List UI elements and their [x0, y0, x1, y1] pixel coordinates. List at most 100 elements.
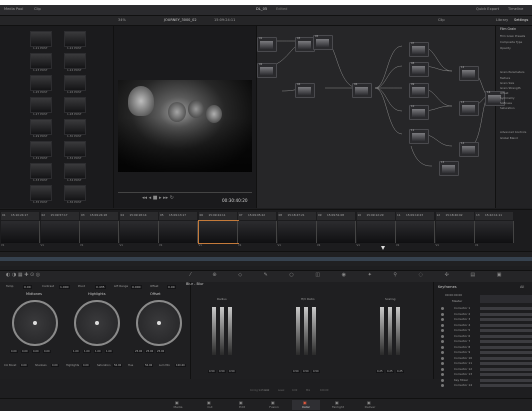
playhead-icon[interactable]	[381, 246, 385, 250]
keyframe-track[interactable]	[480, 356, 532, 360]
keyframe-dot-icon[interactable]	[441, 367, 444, 371]
node-box[interactable]: 04	[295, 83, 315, 98]
timeline-clip[interactable]: 11 15:09:19:23 V1	[396, 212, 435, 247]
blur-slider[interactable]	[296, 307, 300, 355]
wheel-value[interactable]: 0.00	[10, 350, 18, 353]
blur-slider[interactable]	[396, 307, 400, 355]
clip-button[interactable]: Clip	[34, 7, 41, 12]
midtones-wheel[interactable]	[12, 300, 58, 346]
viewer-scrubber[interactable]	[118, 192, 252, 193]
node-box[interactable]: 02	[257, 63, 277, 78]
keyframe-row[interactable]: Corrector 7	[441, 339, 532, 344]
settings-item[interactable]: Advanced Controls	[500, 130, 526, 135]
blur-value[interactable]: 0.50	[312, 370, 320, 373]
page-tab-fusion[interactable]: ▣ Fusion	[260, 400, 288, 410]
blur-slider[interactable]	[228, 307, 232, 355]
color-bottom-value[interactable]: 50.00	[144, 364, 154, 367]
blur-value[interactable]: 0.50	[228, 370, 236, 373]
node-box[interactable]: 11	[409, 129, 429, 144]
color-bottom-value[interactable]: 0.00	[51, 364, 59, 367]
settings-item[interactable]: Opacity	[500, 46, 511, 51]
thumbnail[interactable]	[64, 185, 86, 201]
thumbnail[interactable]	[30, 119, 52, 135]
timeline-clip[interactable]: 10 15:09:12:29 V1	[356, 212, 396, 247]
blur-slider[interactable]	[312, 307, 316, 355]
wheel-value[interactable]: 1.00	[105, 350, 113, 353]
node-box[interactable]: 14	[459, 142, 479, 157]
keyframe-row[interactable]: Corrector 9	[441, 350, 532, 355]
blur-slider[interactable]	[212, 307, 216, 355]
keyframe-dot-icon[interactable]	[441, 307, 444, 310]
keyframe-dot-icon[interactable]	[441, 329, 444, 332]
thumbnail[interactable]	[30, 53, 52, 69]
keyframe-dot-icon[interactable]	[441, 373, 444, 376]
wheel-value[interactable]: 1.00	[94, 350, 102, 353]
color-field-value[interactable]: 1.000	[59, 285, 70, 289]
settings-item[interactable]: Film Grain Presets	[500, 34, 525, 39]
keyframe-track[interactable]	[480, 384, 532, 387]
keyframe-row[interactable]: Corrector 5	[441, 328, 532, 333]
thumbnail[interactable]	[30, 75, 52, 91]
settings-tab-library[interactable]: Library	[496, 18, 508, 23]
thumbnail[interactable]	[30, 31, 52, 47]
keyframe-track[interactable]	[480, 373, 532, 376]
timeline-clip[interactable]: 06 15:09:24:11 V1	[197, 212, 239, 247]
thumbnail[interactable]	[64, 141, 86, 157]
keyframe-row[interactable]: Corrector 2	[441, 312, 532, 317]
keyframe-track[interactable]	[480, 323, 532, 327]
color-field-value[interactable]: 0.00	[167, 285, 176, 289]
quick-export-button[interactable]: Quick Export	[476, 7, 499, 12]
thumbnail[interactable]	[30, 163, 52, 179]
keyframe-dot-icon[interactable]	[441, 312, 444, 316]
clip-label[interactable]: Clip	[438, 18, 445, 23]
thumbnail[interactable]	[64, 75, 86, 91]
color-field-value[interactable]: 0.435	[95, 285, 106, 289]
color-bottom-value[interactable]: 0.00	[82, 364, 90, 367]
highlights-wheel[interactable]	[74, 300, 120, 346]
palette-icons-right[interactable]: ⁄ ⊕ ◇ ✎ ○ ◫ ◉ ✦ ⚲ ◌ ✣ ▤ ▣	[190, 272, 511, 278]
node-box[interactable]: 09	[409, 83, 429, 98]
wheel-value[interactable]: 0.00	[21, 350, 29, 353]
thumbnail[interactable]	[64, 119, 86, 135]
color-bottom-value[interactable]: 50.00	[113, 364, 123, 367]
wheel-value[interactable]: 25.00	[156, 350, 166, 353]
blur-slider[interactable]	[220, 307, 224, 355]
page-tab-color[interactable]: ▣ Color	[292, 400, 320, 410]
wheel-value[interactable]: 0.00	[43, 350, 51, 353]
thumbnail[interactable]	[64, 53, 86, 69]
keyframe-row[interactable]: Corrector 14	[441, 383, 532, 388]
keyframe-track[interactable]	[480, 307, 532, 310]
timeline-clip[interactable]: 12 15:18:40:02 V1	[435, 212, 475, 247]
keyframe-dot-icon[interactable]	[441, 362, 444, 365]
settings-item[interactable]: Grain Parameters	[500, 70, 524, 75]
page-tab-fairlight[interactable]: ▣ Fairlight	[324, 400, 352, 410]
wheel-value[interactable]: 25.00	[134, 350, 144, 353]
keyframe-dot-icon[interactable]	[441, 340, 444, 343]
keyframe-dot-icon[interactable]	[441, 356, 444, 360]
keyframe-track[interactable]	[480, 312, 532, 316]
page-tab-deliver[interactable]: ▣ Deliver	[356, 400, 384, 410]
node-box[interactable]: 01	[257, 37, 277, 52]
keyframe-row[interactable]: Corrector 1	[441, 306, 532, 311]
blur-value[interactable]: 0.25	[386, 370, 394, 373]
settings-item[interactable]: Composite Type	[500, 40, 522, 45]
timeline-clip[interactable]: 02 15:09:57:17 V1	[40, 212, 80, 247]
node-box[interactable]: 06	[352, 83, 372, 98]
settings-tab-settings[interactable]: Settings	[514, 18, 528, 23]
keyframe-track[interactable]	[480, 362, 532, 365]
keyframes-mode[interactable]: All	[520, 285, 524, 290]
node-box[interactable]: 15	[439, 161, 459, 176]
timeline-clip[interactable]: 03 15:09:24:18 V1	[80, 212, 119, 247]
timeline-button[interactable]: Timeline	[508, 7, 523, 12]
thumbnail[interactable]	[64, 163, 86, 179]
keyframe-dot-icon[interactable]	[441, 334, 444, 338]
blur-value[interactable]: 0.25	[396, 370, 404, 373]
keyframe-dot-icon[interactable]	[441, 378, 444, 382]
keyframe-track[interactable]	[480, 351, 532, 354]
timeline-clip[interactable]: 07 15:09:05:22 V1	[238, 212, 277, 247]
node-box[interactable]: 07	[409, 42, 429, 57]
play-controls[interactable]: ◂◂ ◂ ■ ▸ ▸▸ ↻	[142, 195, 174, 201]
thumbnail[interactable]	[64, 31, 86, 47]
keyframe-dot-icon[interactable]	[441, 351, 444, 354]
blur-value[interactable]: 0.50	[218, 370, 226, 373]
